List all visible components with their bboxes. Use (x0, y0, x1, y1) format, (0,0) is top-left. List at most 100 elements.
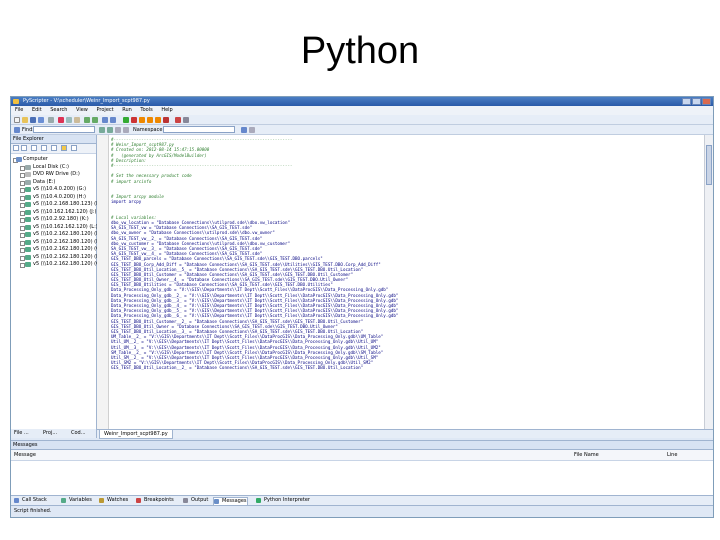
menu-run[interactable]: Run (122, 107, 132, 113)
save-icon[interactable] (30, 117, 36, 123)
undo-icon[interactable] (84, 117, 90, 123)
cut-icon[interactable] (58, 117, 64, 123)
refresh-icon[interactable] (41, 145, 47, 151)
code-editor[interactable]: #---------------------------------------… (97, 135, 713, 429)
namespace-input[interactable] (163, 126, 235, 133)
tree-item-drive[interactable]: v5 (\\10.2.162.180.120) (Q:) (11, 261, 104, 269)
view-icon[interactable] (51, 145, 57, 151)
tree-item-drive[interactable]: DVD RW Drive (D:) (11, 171, 96, 179)
python-icon (256, 498, 261, 503)
call-stack-icon (14, 498, 19, 503)
highlight-icon[interactable] (115, 127, 121, 133)
window-title: PyScripter - V:\scheduler\Weinr_Import_s… (23, 98, 150, 104)
menu-edit[interactable]: Edit (32, 107, 42, 113)
status-text: Script finished. (14, 508, 52, 514)
file-explorer-pane: File Explorer Computer Local Disk (C:) D… (11, 135, 104, 429)
tab-python-interpreter[interactable]: Python Interpreter (256, 497, 310, 504)
tree-item-computer[interactable]: Computer (11, 156, 96, 164)
window-titlebar: PyScripter - V:\scheduler\Weinr_Import_s… (11, 97, 713, 106)
find-previous-icon[interactable] (107, 127, 113, 133)
tree-item-label: v5 (\\10.2.92.180) (K:) (33, 216, 89, 222)
settings-icon[interactable] (71, 145, 77, 151)
up-folder-icon[interactable] (31, 145, 37, 151)
tree-item-drive[interactable]: v5 (\\10.2.162.180.120) (N:) (11, 239, 103, 247)
code-area[interactable]: #---------------------------------------… (111, 137, 697, 370)
minimize-button[interactable] (682, 98, 691, 105)
drive-icon (25, 164, 31, 170)
find-icon (14, 127, 20, 133)
menu-view[interactable]: View (76, 107, 88, 113)
clear-breakpoints-icon[interactable] (183, 117, 189, 123)
match-case-icon[interactable] (123, 127, 129, 133)
back-icon[interactable] (13, 145, 19, 151)
tree-item-drive[interactable]: v5 (\\10.2.162.180.120) (P:) (11, 254, 103, 262)
toggle-breakpoint-icon[interactable] (175, 117, 181, 123)
tab-code-explorer[interactable]: Cod... (71, 430, 86, 437)
tree-item-drive[interactable]: v5 (\\10.2.168.180.123) (I:) (11, 201, 101, 209)
save-all-icon[interactable] (38, 117, 44, 123)
vertical-scrollbar[interactable] (704, 135, 713, 429)
new-file-icon[interactable] (14, 117, 20, 123)
editor-tab[interactable]: Weinr_Import_scpt987.py (99, 430, 173, 439)
tree-item-drive[interactable]: v5 (\\10.4.0.200) (G:) (11, 186, 96, 194)
tab-output[interactable]: Output (183, 497, 208, 504)
step-into-icon[interactable] (139, 117, 145, 123)
network-drive-icon (25, 262, 31, 267)
tree-item-drive[interactable]: v5 (\\10.2.92.180) (K:) (11, 216, 96, 224)
copy-icon[interactable] (66, 117, 72, 123)
menu-search[interactable]: Search (50, 107, 67, 113)
step-out-icon[interactable] (155, 117, 161, 123)
file-explorer-title: File Explorer (11, 135, 96, 144)
paste-icon[interactable] (74, 117, 80, 123)
tree-item-label: v5 (\\10.2.162.180.120) (Q:) (33, 261, 104, 267)
watches-icon (99, 498, 104, 503)
network-drive-icon (25, 224, 31, 230)
tree-item-drive[interactable]: v5 (\\10.2.162.180.120) (O:) (11, 246, 104, 254)
tab-watches[interactable]: Watches (99, 497, 128, 504)
tree-item-drive[interactable]: v5 (\\10.4.0.200) (H:) (11, 194, 96, 202)
tree-item-drive[interactable]: v5 (\\10.162.162.120) (J:) (11, 209, 96, 217)
options-icon[interactable] (249, 127, 255, 133)
tab-project-explorer[interactable]: Proj... (43, 430, 57, 437)
tree-item-drive[interactable]: v5 (\\10.2.162.180.120) (M:) (11, 231, 104, 239)
tree-item-label: v5 (\\10.4.0.200) (H:) (33, 193, 86, 200)
go-icon[interactable] (241, 127, 247, 133)
column-message[interactable]: Message (14, 450, 36, 460)
maximize-button[interactable] (692, 98, 701, 105)
forward-icon[interactable] (21, 145, 27, 151)
tree-item-label: v5 (\\10.162.162.120) (J:) (33, 208, 97, 215)
close-button[interactable] (702, 98, 711, 105)
find-icon[interactable] (102, 117, 108, 123)
drive-icon (25, 179, 31, 185)
tab-file-explorer[interactable]: File ... (14, 430, 29, 437)
find-next-icon[interactable] (99, 127, 105, 133)
network-drive-icon (25, 247, 31, 252)
namespace-label: Namespace (133, 127, 163, 133)
tab-variables[interactable]: Variables (61, 497, 92, 504)
tab-breakpoints[interactable]: Breakpoints (136, 497, 174, 504)
filter-icon[interactable] (61, 145, 67, 151)
tab-label: Variables (69, 497, 92, 503)
menu-file[interactable]: File (15, 107, 23, 113)
scrollbar-thumb[interactable] (706, 145, 712, 185)
stop-icon[interactable] (163, 117, 169, 123)
status-bar: Script finished. (11, 505, 713, 517)
replace-icon[interactable] (110, 117, 116, 123)
step-over-icon[interactable] (147, 117, 153, 123)
tab-call-stack[interactable]: Call Stack (14, 497, 47, 504)
debug-icon[interactable] (131, 117, 137, 123)
run-icon[interactable] (123, 117, 129, 123)
menu-project[interactable]: Project (97, 107, 114, 113)
redo-icon[interactable] (92, 117, 98, 123)
menu-help[interactable]: Help (161, 107, 172, 113)
column-line[interactable]: Line (667, 450, 677, 460)
find-input[interactable] (33, 126, 95, 133)
tree-item-drive[interactable]: v5 (\\10.162.162.120) (L:) (11, 224, 98, 232)
print-icon[interactable] (48, 117, 54, 123)
tree-item-drive[interactable]: Local Disk (C:) (11, 164, 96, 172)
code-line[interactable]: GIS_TEST_DBO_Util_Location__2_ = "Databa… (111, 365, 697, 370)
open-folder-icon[interactable] (22, 117, 28, 123)
tree-item-drive[interactable]: Data (E:) (11, 179, 96, 187)
column-file-name[interactable]: File Name (574, 450, 599, 460)
menu-tools[interactable]: Tools (140, 107, 152, 113)
